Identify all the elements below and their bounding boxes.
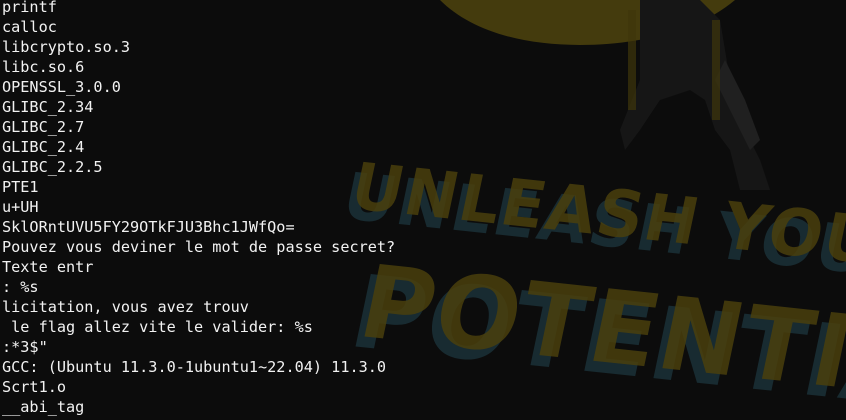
terminal-line: GLIBC_2.7 [2, 118, 85, 136]
terminal-line: le flag allez vite le valider: %s [2, 318, 313, 336]
terminal-line: Scrt1.o [2, 378, 67, 396]
terminal-line: GCC: (Ubuntu 11.3.0-1ubuntu1~22.04) 11.3… [2, 358, 387, 376]
terminal-line: licitation, vous avez trouv [2, 298, 249, 316]
terminal-line: GLIBC_2.34 [2, 98, 94, 116]
terminal-line: Texte entr [2, 258, 94, 276]
terminal-line: __abi_tag [2, 398, 85, 416]
terminal-line: calloc [2, 18, 57, 36]
terminal-line: GLIBC_2.2.5 [2, 158, 103, 176]
terminal-output[interactable]: printf calloc libcrypto.so.3 libc.so.6 O… [0, 0, 846, 420]
terminal-line: libc.so.6 [2, 58, 85, 76]
terminal-line: SklORntUVU5FY29OTkFJU3Bhc1JWfQo= [2, 218, 295, 236]
terminal-line: : %s [2, 278, 39, 296]
terminal-line: printf [2, 0, 57, 16]
terminal-line: GLIBC_2.4 [2, 138, 85, 156]
terminal-line: PTE1 [2, 178, 39, 196]
terminal-line: libcrypto.so.3 [2, 38, 131, 56]
terminal-line: u+UH [2, 198, 39, 216]
terminal-line: OPENSSL_3.0.0 [2, 78, 121, 96]
terminal-line: Pouvez vous deviner le mot de passe secr… [2, 238, 396, 256]
terminal-line: :*3$" [2, 338, 48, 356]
